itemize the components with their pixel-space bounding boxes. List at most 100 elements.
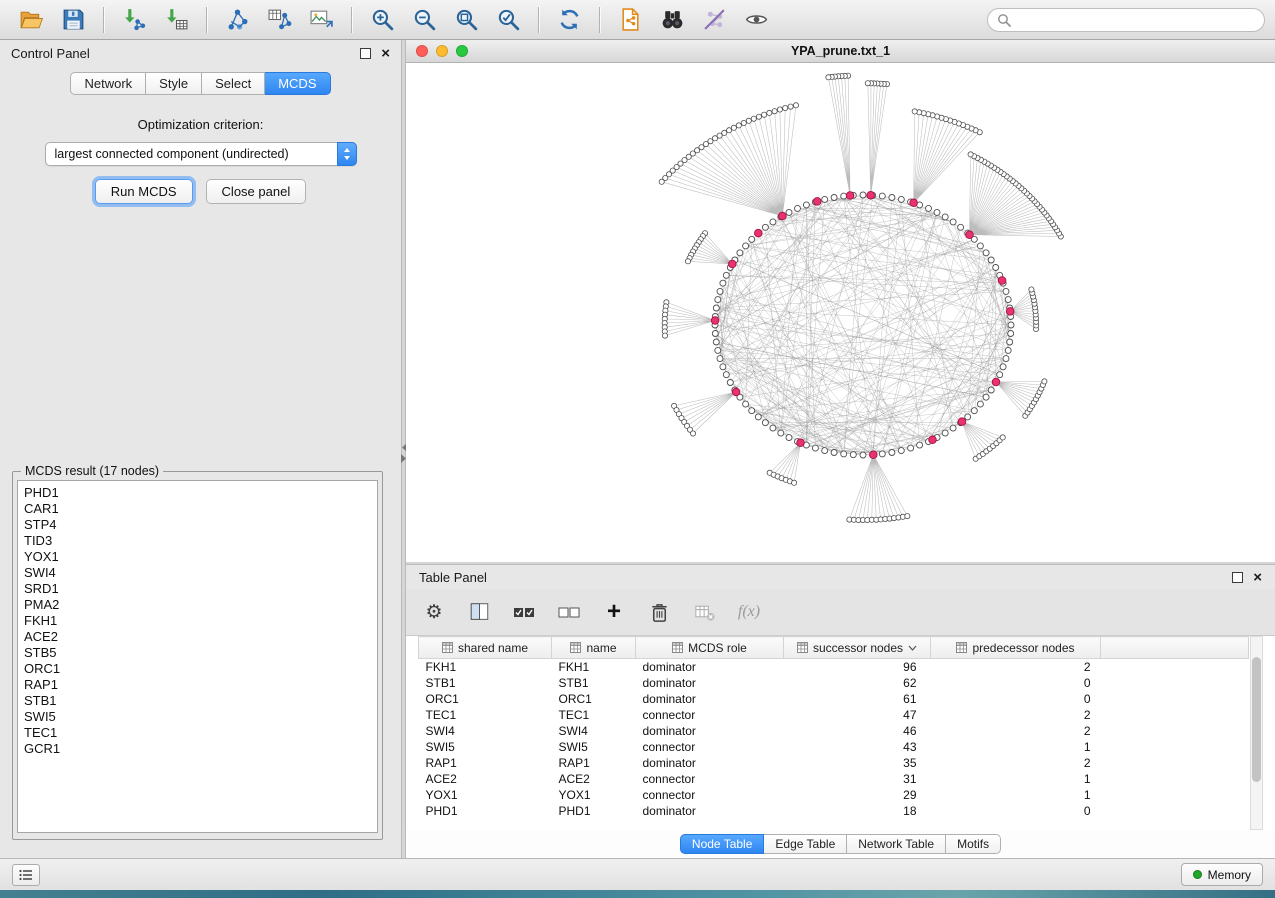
tab-style[interactable]: Style [146, 72, 202, 95]
graph-node[interactable] [988, 387, 994, 393]
graph-leaf-node[interactable] [690, 431, 695, 436]
graph-node[interactable] [737, 250, 743, 256]
search-box[interactable] [987, 8, 1265, 32]
mcds-result-item[interactable]: STB1 [24, 693, 377, 709]
graph-node[interactable] [831, 450, 837, 456]
graph-leaf-node[interactable] [1000, 435, 1005, 440]
graph-node[interactable] [997, 372, 1003, 378]
graph-node[interactable] [749, 236, 755, 242]
graph-node[interactable] [942, 430, 948, 436]
graph-dominator-node[interactable] [910, 199, 918, 207]
graph-leaf-node[interactable] [756, 114, 761, 119]
graph-node[interactable] [822, 196, 828, 202]
tab-select[interactable]: Select [202, 72, 265, 95]
graph-node[interactable] [715, 297, 721, 303]
close-panel-button[interactable]: Close panel [206, 179, 307, 204]
graph-node[interactable] [841, 193, 847, 199]
graph-dominator-node[interactable] [711, 317, 719, 325]
search-input[interactable] [1017, 12, 1255, 28]
graph-node[interactable] [934, 209, 940, 215]
graph-leaf-node[interactable] [912, 109, 917, 114]
graph-node[interactable] [770, 425, 776, 431]
graph-leaf-node[interactable] [793, 103, 798, 108]
table-row[interactable]: STB1STB1dominator620 [419, 675, 1249, 691]
graph-leaf-node[interactable] [659, 179, 664, 184]
graph-node[interactable] [908, 445, 914, 451]
delete-column-button[interactable] [647, 600, 671, 624]
graph-node[interactable] [743, 243, 749, 249]
network-graph[interactable] [406, 63, 1275, 562]
zoom-selected-button[interactable] [492, 4, 524, 36]
graph-node[interactable] [770, 219, 776, 225]
show-columns-button[interactable] [467, 600, 491, 624]
mcds-result-item[interactable]: SWI5 [24, 709, 377, 725]
mcds-result-item[interactable]: PHD1 [24, 485, 377, 501]
graph-leaf-node[interactable] [1042, 379, 1047, 384]
graph-node[interactable] [778, 430, 784, 436]
graph-node[interactable] [1005, 297, 1011, 303]
graph-dominator-node[interactable] [870, 451, 878, 459]
graph-node[interactable] [786, 209, 792, 215]
table-row[interactable]: YOX1YOX1connector291 [419, 787, 1249, 803]
graph-dominator-node[interactable] [755, 229, 763, 237]
mcds-result-item[interactable]: FKH1 [24, 613, 377, 629]
tab-mcds[interactable]: MCDS [265, 72, 330, 95]
mcds-result-item[interactable]: ACE2 [24, 629, 377, 645]
window-minimize-button[interactable] [436, 45, 448, 57]
graph-dominator-node[interactable] [797, 439, 805, 447]
graph-node[interactable] [1005, 347, 1011, 353]
graph-dominator-node[interactable] [1006, 308, 1014, 316]
graph-node[interactable] [879, 451, 885, 457]
graph-node[interactable] [1007, 339, 1013, 345]
show-network-button[interactable] [740, 4, 772, 36]
graph-node[interactable] [879, 193, 885, 199]
network-from-table-button[interactable] [263, 4, 295, 36]
mcds-result-item[interactable]: ORC1 [24, 661, 377, 677]
graph-node[interactable] [993, 265, 999, 271]
mcds-result-item[interactable]: YOX1 [24, 549, 377, 565]
graph-node[interactable] [712, 331, 718, 337]
graph-node[interactable] [958, 224, 964, 230]
close-table-panel-icon[interactable]: × [1253, 570, 1262, 585]
graph-leaf-node[interactable] [905, 514, 910, 519]
tab-edge-table[interactable]: Edge Table [764, 834, 847, 854]
table-row[interactable]: SWI4SWI4dominator462 [419, 723, 1249, 739]
copy-document-button[interactable] [614, 4, 646, 36]
graph-dominator-node[interactable] [867, 191, 875, 199]
float-panel-icon[interactable] [360, 48, 371, 59]
graph-node[interactable] [723, 372, 729, 378]
graph-leaf-node[interactable] [777, 107, 782, 112]
network-canvas[interactable] [406, 63, 1275, 562]
graph-leaf-node[interactable] [783, 105, 788, 110]
table-row[interactable]: SWI5SWI5connector431 [419, 739, 1249, 755]
graph-node[interactable] [749, 408, 755, 414]
graph-leaf-node[interactable] [736, 123, 741, 128]
memory-button[interactable]: Memory [1181, 863, 1263, 886]
graph-node[interactable] [720, 280, 726, 286]
tab-motifs[interactable]: Motifs [946, 834, 1001, 854]
graph-node[interactable] [822, 448, 828, 454]
graph-leaf-node[interactable] [727, 128, 732, 133]
open-file-button[interactable] [15, 4, 47, 36]
graph-node[interactable] [720, 364, 726, 370]
mcds-result-item[interactable]: PMA2 [24, 597, 377, 613]
graph-node[interactable] [717, 288, 723, 294]
panel-menu-button[interactable] [12, 864, 40, 886]
graph-node[interactable] [713, 305, 719, 311]
graph-node[interactable] [971, 408, 977, 414]
search-network-button[interactable] [656, 4, 688, 36]
graph-dominator-node[interactable] [958, 418, 966, 426]
table-row[interactable]: PHD1PHD1dominator180 [419, 803, 1249, 819]
refresh-view-button[interactable] [553, 4, 585, 36]
graph-node[interactable] [755, 414, 761, 420]
tab-network[interactable]: Network [70, 72, 146, 95]
zoom-fit-button[interactable] [450, 4, 482, 36]
mcds-result-item[interactable]: TEC1 [24, 725, 377, 741]
window-maximize-button[interactable] [456, 45, 468, 57]
graph-node[interactable] [950, 425, 956, 431]
graph-node[interactable] [795, 205, 801, 211]
column-header-predecessor-nodes[interactable]: predecessor nodes [931, 637, 1101, 659]
graph-node[interactable] [988, 257, 994, 263]
graph-dominator-node[interactable] [966, 231, 974, 239]
graph-dominator-node[interactable] [779, 212, 787, 220]
